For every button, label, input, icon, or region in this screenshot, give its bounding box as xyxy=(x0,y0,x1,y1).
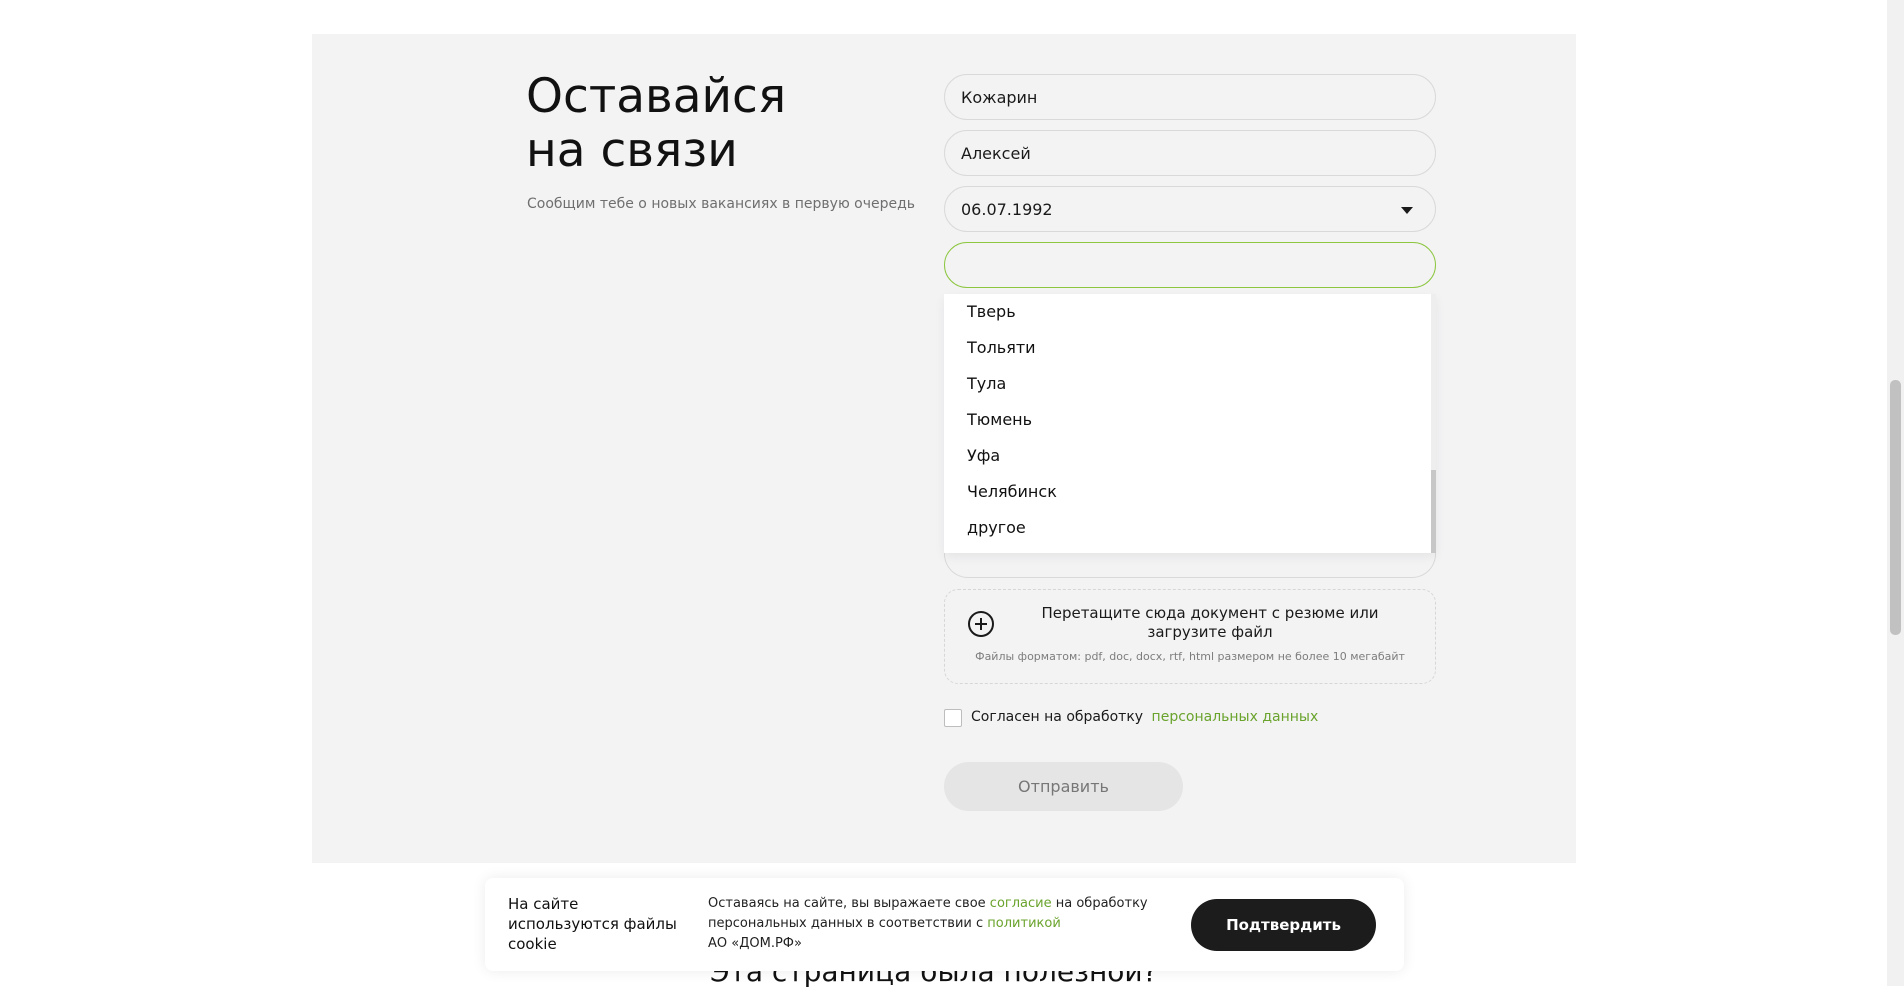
city-input[interactable] xyxy=(944,242,1436,288)
city-option[interactable]: Челябинск xyxy=(967,482,1057,501)
cookie-confirm-button[interactable]: Подтвердить xyxy=(1191,899,1376,951)
city-dropdown-list[interactable]: Тверь Тольяти Тула Тюмень Уфа Челябинск … xyxy=(944,294,1436,553)
personal-data-link[interactable]: персональных данных xyxy=(1152,709,1319,725)
city-option[interactable]: Тула xyxy=(967,374,1006,393)
consent-text: Согласен на обработку xyxy=(971,709,1144,725)
first-name-field[interactable]: Алексей xyxy=(944,130,1436,176)
upload-hint: Файлы форматом: pdf, doc, docx, rtf, htm… xyxy=(975,650,1405,663)
subtitle: Сообщим тебе о новых вакансиях в первую … xyxy=(527,196,916,212)
birth-date-value: 06.07.1992 xyxy=(961,200,1053,219)
city-option[interactable]: Уфа xyxy=(967,446,1000,465)
city-option[interactable]: Тольяти xyxy=(967,338,1036,357)
consent-checkbox[interactable] xyxy=(944,709,962,727)
cookie-title: На сайте используются файлы cookie xyxy=(508,895,677,953)
consent-link[interactable]: согласие xyxy=(990,896,1052,911)
page-title: Оставайся на связи xyxy=(526,70,786,178)
upload-title: Перетащите сюда документ с резюме или за… xyxy=(1041,604,1379,641)
city-option[interactable]: Тверь xyxy=(967,302,1016,321)
cookie-text: Оставаясь на сайте, вы выражаете свое со… xyxy=(708,894,1178,954)
first-name-value: Алексей xyxy=(961,144,1031,163)
cookie-text-3: АО «ДОМ.РФ» xyxy=(708,936,802,951)
last-name-value: Кожарин xyxy=(961,88,1038,107)
add-circle-icon[interactable] xyxy=(968,611,994,637)
chevron-down-icon[interactable] xyxy=(1401,207,1413,214)
title-line-1: Оставайся xyxy=(526,69,787,124)
city-option[interactable]: Тюмень xyxy=(967,410,1032,429)
cookie-text-1: Оставаясь на сайте, вы выражаете свое xyxy=(708,896,986,911)
title-line-2: на связи xyxy=(526,123,738,178)
cookie-banner: На сайте используются файлы cookie Остав… xyxy=(485,878,1404,971)
policy-link[interactable]: политикой xyxy=(987,916,1061,931)
resume-upload-dropzone[interactable]: Перетащите сюда документ с резюме или за… xyxy=(944,589,1436,684)
consent-label: Согласен на обработку персональных данны… xyxy=(971,709,1318,725)
last-name-field[interactable]: Кожарин xyxy=(944,74,1436,120)
dropdown-scrollbar-thumb[interactable] xyxy=(1431,470,1436,553)
city-option[interactable]: другое xyxy=(967,518,1026,537)
submit-button[interactable]: Отправить xyxy=(944,762,1183,811)
birth-date-select[interactable]: 06.07.1992 xyxy=(944,186,1436,232)
page-scrollbar-thumb[interactable] xyxy=(1890,380,1901,635)
